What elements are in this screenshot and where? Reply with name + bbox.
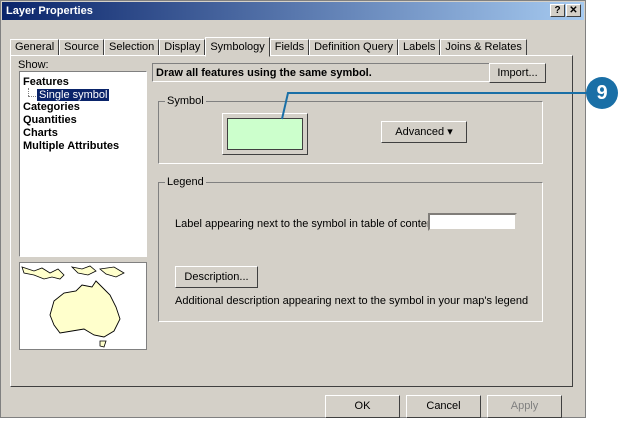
- callout-line: [281, 92, 588, 120]
- tab-symbology[interactable]: Symbology: [205, 37, 270, 57]
- step-callout-badge: 9: [586, 77, 618, 109]
- callout-overlay: [281, 92, 588, 120]
